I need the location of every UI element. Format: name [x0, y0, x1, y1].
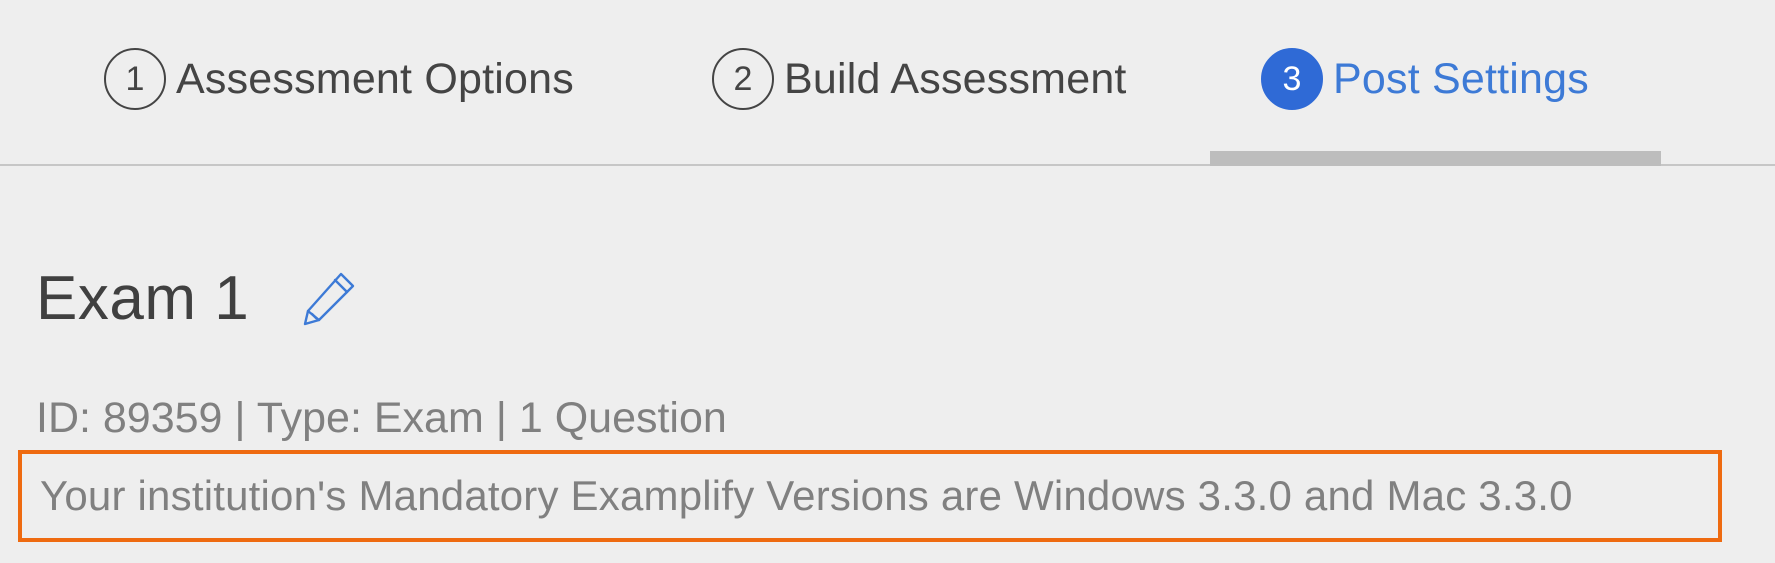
- assessment-stepper: 1 Assessment Options 2 Build Assessment …: [0, 0, 1775, 166]
- step-label: Assessment Options: [176, 54, 574, 103]
- notice-text: Your institution's Mandatory Examplify V…: [40, 472, 1573, 519]
- assessment-meta: ID: 89359 | Type: Exam | 1 Question: [36, 394, 727, 442]
- post-settings-page: 1 Assessment Options 2 Build Assessment …: [0, 0, 1775, 563]
- step-number-badge: 1: [104, 48, 166, 110]
- step-number-badge: 2: [712, 48, 774, 110]
- title-row: Exam 1: [36, 258, 359, 338]
- step-post-settings[interactable]: 3 Post Settings: [1261, 46, 1589, 112]
- step-build-assessment[interactable]: 2 Build Assessment: [712, 46, 1127, 112]
- step-number-badge: 3: [1261, 48, 1323, 110]
- edit-title-button[interactable]: [299, 268, 359, 328]
- pencil-icon: [304, 272, 355, 326]
- step-label: Build Assessment: [784, 54, 1127, 103]
- active-step-indicator: [1210, 151, 1661, 166]
- step-label: Post Settings: [1333, 54, 1589, 103]
- mandatory-versions-notice: Your institution's Mandatory Examplify V…: [18, 450, 1722, 542]
- page-title: Exam 1: [36, 263, 250, 333]
- step-assessment-options[interactable]: 1 Assessment Options: [104, 46, 574, 112]
